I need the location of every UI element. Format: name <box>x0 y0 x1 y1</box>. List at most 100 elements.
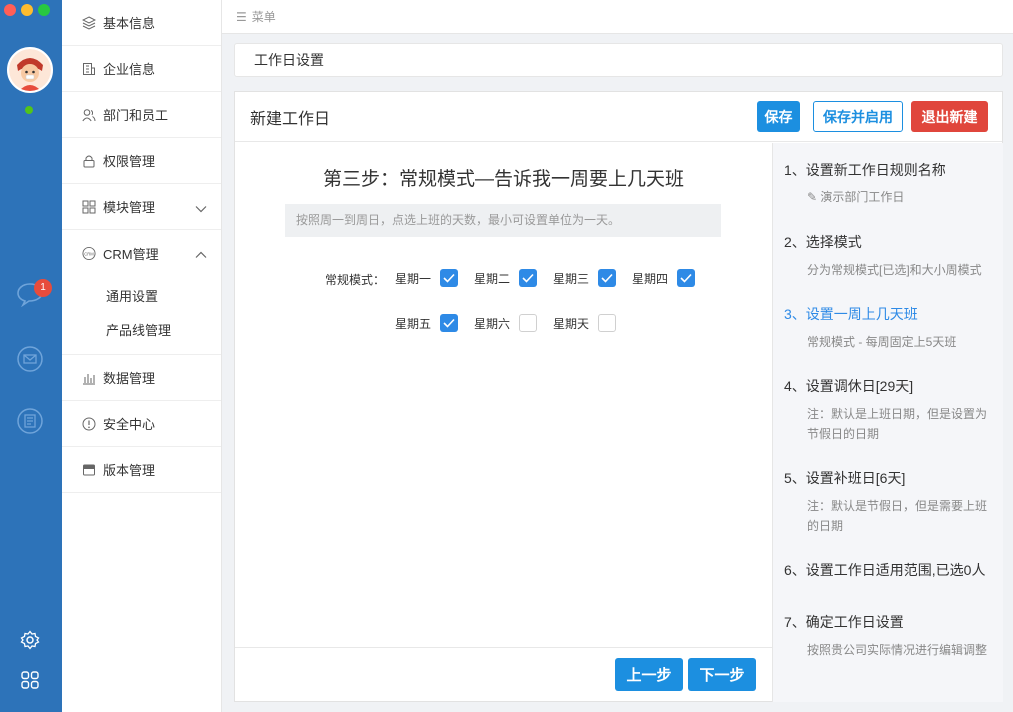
day-checkbox-wednesday[interactable]: 星期三 <box>553 269 617 287</box>
day-label: 星期二 <box>474 271 511 286</box>
grid-icon <box>82 200 96 214</box>
step-item-2-desc: 分为常规模式[已选]和大小周模式 <box>807 263 982 277</box>
apps-icon[interactable] <box>14 664 46 696</box>
minimize-window-button[interactable] <box>21 4 33 16</box>
step-item-7-desc: 按照贵公司实际情况进行编辑调整 <box>807 643 988 657</box>
message-badge: 1 <box>34 279 52 297</box>
mode-label: 常规模式： <box>325 273 386 287</box>
pencil-icon: ✎ <box>807 190 818 204</box>
menu-item-permissions[interactable]: 权限管理 <box>62 138 221 184</box>
submenu-item-product-lines[interactable]: 产品线管理 <box>62 314 221 348</box>
card-title: 新建工作日 <box>250 110 331 128</box>
day-checkbox-friday[interactable]: 星期五 <box>395 314 459 332</box>
submenu-item-general-settings[interactable]: 通用设置 <box>62 280 221 314</box>
menu-item-label: 版本管理 <box>103 463 156 478</box>
step-title: 第三步：常规模式—告诉我一周要上几天班 <box>322 169 684 190</box>
page-title: 工作日设置 <box>234 43 1003 77</box>
save-and-enable-button[interactable]: 保存并启用 <box>813 101 903 132</box>
step-item-6-title[interactable]: 6、设置工作日适用范围,已选0人 <box>784 560 985 580</box>
breadcrumb-bar: ☰ 菜单 <box>222 0 1013 34</box>
zoom-window-button[interactable] <box>38 4 50 16</box>
step-item-2-title[interactable]: 2、选择模式 <box>784 232 862 252</box>
menu-item-label: 部门和员工 <box>103 108 169 123</box>
menu-item-label: 企业信息 <box>103 62 156 77</box>
menu-item-crm[interactable]: CRM CRM管理 <box>62 230 221 276</box>
previous-step-button[interactable]: 上一步 <box>615 658 683 691</box>
menu-item-label: CRM管理 <box>103 246 159 262</box>
chevron-down-icon <box>195 201 207 216</box>
menu-item-label: 基本信息 <box>103 16 156 31</box>
layers-icon <box>82 15 96 30</box>
day-checkbox-sunday[interactable]: 星期天 <box>553 314 617 332</box>
steps-panel: 1、设置新工作日规则名称 ✎ 演示部门工作日 2、选择模式 分为常规模式[已选]… <box>772 143 1003 702</box>
day-checkbox-thursday[interactable]: 星期四 <box>632 269 696 287</box>
menu-label[interactable]: 菜单 <box>252 8 276 25</box>
crm-submenu: 通用设置 产品线管理 <box>62 276 221 355</box>
checkbox-checked[interactable] <box>677 269 696 287</box>
notes-icon[interactable] <box>14 405 46 437</box>
version-icon <box>82 463 96 477</box>
checkbox-checked[interactable] <box>598 269 617 287</box>
avatar[interactable] <box>7 47 53 93</box>
day-checkbox-tuesday[interactable]: 星期二 <box>474 269 538 287</box>
step-item-1-title[interactable]: 1、设置新工作日规则名称 <box>784 160 946 180</box>
settings-icon[interactable] <box>14 624 46 656</box>
menu-item-label: 权限管理 <box>103 154 156 169</box>
step-content: 第三步：常规模式—告诉我一周要上几天班 按照周一到周日，点选上班的天数，最小可设… <box>235 143 772 647</box>
new-workday-card: 新建工作日 保存 保存并启用 退出新建 第三步：常规模式—告诉我一周要上几天班 … <box>234 91 1003 702</box>
bar-chart-icon <box>82 371 96 385</box>
day-label: 星期一 <box>395 271 432 286</box>
step-desc-text: 演示部门工作日 <box>820 190 905 204</box>
checkbox-unchecked[interactable] <box>519 314 538 332</box>
alert-circle-icon <box>82 417 96 431</box>
step-hint: 按照周一到周日，点选上班的天数，最小可设置单位为一天。 <box>285 204 721 237</box>
menu-item-label: 数据管理 <box>103 371 156 386</box>
day-label: 星期六 <box>474 316 511 331</box>
card-header: 新建工作日 保存 保存并启用 退出新建 <box>235 92 1002 142</box>
step-item-4-desc: 注：默认是上班日期，但是设置为节假日的日期 <box>807 407 988 441</box>
close-window-button[interactable] <box>4 4 16 16</box>
users-icon <box>82 108 96 122</box>
chevron-up-icon <box>195 247 207 262</box>
day-label: 星期三 <box>553 271 590 286</box>
step-item-3-title[interactable]: 3、设置一周上几天班 <box>784 304 918 324</box>
step-item-7-title[interactable]: 7、确定工作日设置 <box>784 612 904 632</box>
window-controls <box>4 4 50 16</box>
checkbox-unchecked[interactable] <box>598 314 617 332</box>
crm-icon: CRM <box>82 246 96 260</box>
step-item-4-title[interactable]: 4、设置调休日[29天] <box>784 376 913 396</box>
mail-icon[interactable] <box>14 343 46 375</box>
next-step-button[interactable]: 下一步 <box>688 658 756 691</box>
step-item-3-desc: 常规模式 - 每周固定上5天班 <box>807 335 957 349</box>
step-item-5-title[interactable]: 5、设置补班日[6天] <box>784 468 905 488</box>
menu-item-company-info[interactable]: 企业信息 <box>62 46 221 92</box>
day-checkbox-monday[interactable]: 星期一 <box>395 269 459 287</box>
svg-text:CRM: CRM <box>84 251 94 256</box>
menu-item-label: 安全中心 <box>103 417 156 432</box>
menu-icon[interactable]: ☰ <box>236 10 247 24</box>
step-item-5-desc: 注：默认是节假日，但是需要上班的日期 <box>807 499 988 533</box>
step-item-1-desc: ✎ 演示部门工作日 <box>807 187 997 207</box>
checkbox-checked[interactable] <box>519 269 538 287</box>
online-status-dot <box>25 106 33 114</box>
menu-item-data[interactable]: 数据管理 <box>62 355 221 401</box>
save-button[interactable]: 保存 <box>757 101 800 132</box>
exit-new-button[interactable]: 退出新建 <box>911 101 988 132</box>
day-checkbox-saturday[interactable]: 星期六 <box>474 314 538 332</box>
menu-item-versions[interactable]: 版本管理 <box>62 447 221 493</box>
menu-item-basic-info[interactable]: 基本信息 <box>62 0 221 46</box>
building-icon <box>82 62 96 76</box>
menu-item-security[interactable]: 安全中心 <box>62 401 221 447</box>
app-rail: 1 <box>0 0 62 712</box>
menu-item-modules[interactable]: 模块管理 <box>62 184 221 230</box>
lock-icon <box>82 154 96 168</box>
day-label: 星期五 <box>395 316 432 331</box>
menu-item-label: 模块管理 <box>103 200 156 215</box>
day-label: 星期四 <box>632 271 669 286</box>
menu-item-departments[interactable]: 部门和员工 <box>62 92 221 138</box>
checkbox-checked[interactable] <box>440 269 459 287</box>
checkbox-checked[interactable] <box>440 314 459 332</box>
footer-divider <box>235 647 772 648</box>
settings-menu: 基本信息 企业信息 部门和员工 权限管理 模块管理 CRM CRM管理 通用设置… <box>62 0 222 712</box>
day-label: 星期天 <box>553 316 590 331</box>
